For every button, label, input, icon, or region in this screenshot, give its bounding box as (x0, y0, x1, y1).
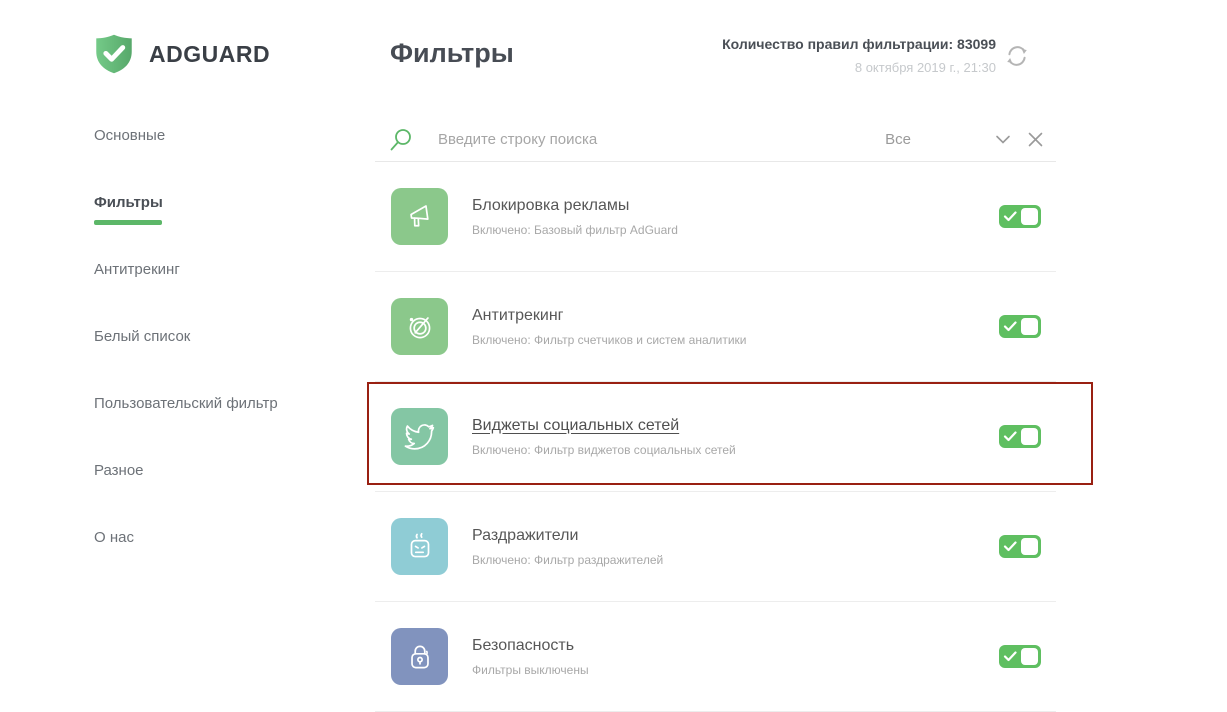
sidebar-item-about[interactable]: О нас (94, 529, 278, 596)
filter-row-security[interactable]: Безопасность Фильтры выключены (375, 602, 1056, 712)
sidebar-item-whitelist[interactable]: Белый список (94, 328, 278, 395)
filter-toggle-security[interactable] (999, 645, 1041, 668)
search-input[interactable] (436, 130, 885, 149)
sidebar-item-antitracking[interactable]: Антитрекинг (94, 261, 278, 328)
toggle-knob (1021, 318, 1038, 335)
last-update-timestamp: 8 октября 2019 г., 21:30 (722, 60, 996, 75)
check-icon (1003, 649, 1018, 664)
filter-status: Включено: Фильтр раздражителей (472, 553, 663, 567)
toggle-knob (1021, 538, 1038, 555)
filter-row-social-widgets[interactable]: Виджеты социальных сетей Включено: Фильт… (375, 382, 1056, 492)
filter-status: Включено: Фильтр виджетов социальных сет… (472, 443, 736, 457)
rules-info: Количество правил фильтрации: 83099 8 ок… (722, 36, 996, 75)
filter-status: Фильтры выключены (472, 663, 589, 677)
toggle-knob (1021, 428, 1038, 445)
toggle-knob (1021, 208, 1038, 225)
twitter-bird-icon (391, 408, 448, 465)
check-icon (1003, 539, 1018, 554)
sidebar-item-misc[interactable]: Разное (94, 462, 278, 529)
sidebar-item-general[interactable]: Основные (94, 127, 278, 194)
sidebar-item-filters[interactable]: Фильтры (94, 194, 278, 261)
page-title: Фильтры (390, 38, 514, 69)
close-icon (1027, 131, 1044, 148)
filter-status: Включено: Фильтр счетчиков и систем анал… (472, 333, 746, 347)
filter-toggle-ad-blocking[interactable] (999, 205, 1041, 228)
check-icon (1003, 209, 1018, 224)
filter-toggle-annoyances[interactable] (999, 535, 1041, 558)
annoyed-face-icon (391, 518, 448, 575)
filter-row-annoyances[interactable]: Раздражители Включено: Фильтр раздражите… (375, 492, 1056, 602)
clear-search-button[interactable] (1027, 131, 1044, 148)
chevron-down-icon[interactable] (995, 134, 1011, 145)
no-tracking-icon (391, 298, 448, 355)
filter-row-antitracking[interactable]: Антитрекинг Включено: Фильтр счетчиков и… (375, 272, 1056, 382)
filter-title[interactable]: Безопасность (472, 637, 589, 655)
search-icon (388, 127, 414, 153)
adguard-logo[interactable]: ADGUARD (92, 33, 270, 75)
search-scope-dropdown[interactable]: Все (885, 131, 911, 148)
refresh-button[interactable] (1003, 41, 1033, 71)
refresh-icon (1003, 42, 1033, 70)
filter-title[interactable]: Антитрекинг (472, 307, 746, 325)
check-icon (1003, 319, 1018, 334)
filter-status: Включено: Базовый фильтр AdGuard (472, 223, 678, 237)
filter-toggle-social-widgets[interactable] (999, 425, 1041, 448)
filter-toggle-antitracking[interactable] (999, 315, 1041, 338)
rules-count: Количество правил фильтрации: 83099 (722, 36, 996, 52)
filter-title[interactable]: Раздражители (472, 527, 663, 545)
search-bar: Все (375, 118, 1056, 162)
filter-row-ad-blocking[interactable]: Блокировка рекламы Включено: Базовый фил… (375, 162, 1056, 272)
brand-name: ADGUARD (149, 41, 270, 68)
active-tab-underline (94, 220, 162, 225)
sidebar-nav: Основные Фильтры Антитрекинг Белый списо… (94, 127, 278, 596)
filters-panel: Все Блокировка рекламы (375, 118, 1056, 712)
adguard-shield-icon (92, 33, 136, 75)
check-icon (1003, 429, 1018, 444)
megaphone-icon (391, 188, 448, 245)
toggle-knob (1021, 648, 1038, 665)
filter-title[interactable]: Виджеты социальных сетей (472, 417, 736, 435)
padlock-icon (391, 628, 448, 685)
sidebar-item-user-filter[interactable]: Пользовательский фильтр (94, 395, 278, 462)
filter-title[interactable]: Блокировка рекламы (472, 197, 678, 215)
